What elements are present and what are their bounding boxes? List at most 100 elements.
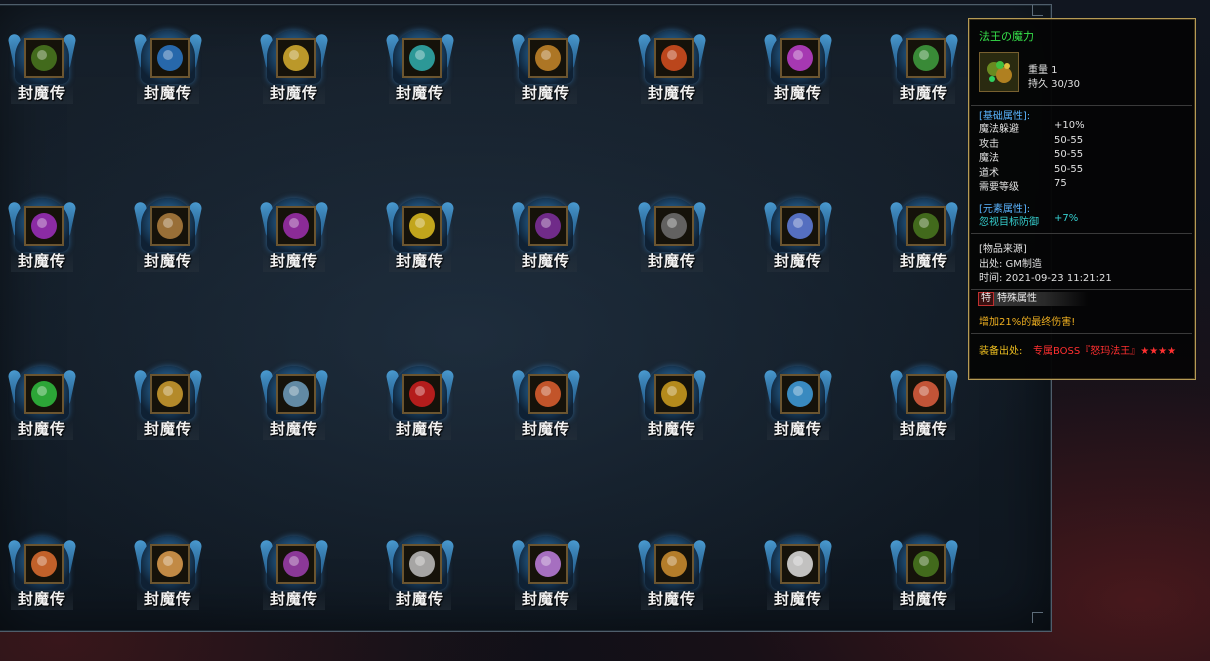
slot-label: 封魔传 xyxy=(137,418,199,440)
inventory-slot[interactable]: 封魔传 xyxy=(511,30,581,108)
inventory-slot[interactable]: 封魔传 xyxy=(511,366,581,444)
source-origin: 出处: GM制造 xyxy=(979,259,1042,270)
slot-label: 封魔传 xyxy=(389,250,451,272)
cleaver-knife-icon[interactable] xyxy=(402,544,442,584)
mechanical-crossbow-icon[interactable] xyxy=(276,374,316,414)
inventory-slot[interactable]: 封魔传 xyxy=(259,198,329,276)
blue-flame-orb-icon[interactable] xyxy=(150,38,190,78)
inventory-slot[interactable]: 封魔传 xyxy=(385,366,455,444)
special-attribute-header: 特 特殊属性 xyxy=(978,292,1088,306)
divider xyxy=(971,289,1192,290)
base-stat-row: 魔法 50-55 xyxy=(979,149,1179,164)
slot-label: 封魔传 xyxy=(893,418,955,440)
red-fire-orb-icon[interactable] xyxy=(528,374,568,414)
stat-value: +10% xyxy=(1054,120,1085,131)
golden-medallion-icon[interactable] xyxy=(654,374,694,414)
green-gem-cluster-icon[interactable] xyxy=(906,544,946,584)
drop-source-value: 专属BOSS『怒玛法王』★★★★ xyxy=(1033,346,1177,357)
inventory-slot[interactable]: 封魔传 xyxy=(7,366,77,444)
slot-label: 封魔传 xyxy=(641,588,703,610)
red-fist-orb-icon[interactable] xyxy=(906,374,946,414)
inventory-slot[interactable]: 封魔传 xyxy=(7,198,77,276)
slot-label: 封魔传 xyxy=(515,588,577,610)
divider xyxy=(971,105,1192,106)
inventory-slot[interactable]: 封魔传 xyxy=(133,536,203,614)
base-stat-row: 需要等级 75 xyxy=(979,178,1179,193)
inventory-slot[interactable]: 封魔传 xyxy=(637,536,707,614)
inventory-slot[interactable]: 封魔传 xyxy=(763,30,833,108)
golden-feathered-sword-icon[interactable] xyxy=(654,544,694,584)
slot-label: 封魔传 xyxy=(515,418,577,440)
inventory-slot[interactable]: 封魔传 xyxy=(889,366,959,444)
slot-label: 封魔传 xyxy=(137,82,199,104)
inventory-slot[interactable]: 封魔传 xyxy=(259,536,329,614)
slot-label: 封魔传 xyxy=(767,418,829,440)
item-durability: 持久 30/30 xyxy=(1028,79,1080,90)
teal-orb-icon[interactable] xyxy=(402,38,442,78)
inventory-slot[interactable]: 封魔传 xyxy=(637,30,707,108)
special-attribute-title: 特殊属性 xyxy=(997,293,1037,304)
inventory-slot[interactable]: 封魔传 xyxy=(133,30,203,108)
staff-icon[interactable] xyxy=(150,206,190,246)
green-crystal-icon[interactable] xyxy=(24,374,64,414)
inventory-slot[interactable]: 封魔传 xyxy=(385,30,455,108)
golden-scooter-icon[interactable] xyxy=(276,38,316,78)
inventory-slot[interactable]: 封魔传 xyxy=(385,198,455,276)
slot-label: 封魔传 xyxy=(641,418,703,440)
stat-name: 道术 xyxy=(979,167,999,179)
inventory-slot[interactable]: 封魔传 xyxy=(637,198,707,276)
inventory-slot[interactable]: 封魔传 xyxy=(259,30,329,108)
slot-label: 封魔传 xyxy=(11,588,73,610)
jeweled-crown-icon[interactable] xyxy=(150,544,190,584)
slot-label: 封魔传 xyxy=(641,82,703,104)
inventory-slot[interactable]: 封魔传 xyxy=(133,198,203,276)
source-time: 时间: 2021-09-23 11:21:21 xyxy=(979,273,1112,284)
inventory-slot[interactable]: 封魔传 xyxy=(259,366,329,444)
inventory-slot[interactable]: 封魔传 xyxy=(637,366,707,444)
inventory-slot[interactable]: 封魔传 xyxy=(889,198,959,276)
slot-label: 封魔传 xyxy=(137,250,199,272)
panel-corner-ornament xyxy=(1032,5,1043,16)
treasure-chest-icon[interactable] xyxy=(528,38,568,78)
red-sports-car-icon[interactable] xyxy=(402,374,442,414)
inventory-slot[interactable]: 封魔传 xyxy=(763,536,833,614)
crystal-gem-icon[interactable] xyxy=(780,206,820,246)
inventory-slot[interactable]: 封魔传 xyxy=(133,366,203,444)
slot-label: 封魔传 xyxy=(641,250,703,272)
game-screen: 封魔传 封魔传 封魔传 封魔传 封魔传 封魔传 封魔传 封魔传 封魔传 封魔传 封魔传 封魔传 封魔传封… xyxy=(0,0,1210,661)
inventory-slot[interactable]: 封魔传 xyxy=(7,536,77,614)
inventory-slot[interactable]: 封魔传 xyxy=(511,198,581,276)
slot-label: 封魔传 xyxy=(389,418,451,440)
inventory-slot[interactable]: 封魔传 xyxy=(763,198,833,276)
purple-amulet-icon[interactable] xyxy=(528,206,568,246)
green-gem-cluster-icon[interactable] xyxy=(24,38,64,78)
slot-label: 封魔传 xyxy=(515,250,577,272)
inventory-slot[interactable]: 封魔传 xyxy=(889,30,959,108)
yellow-rose-icon[interactable] xyxy=(402,206,442,246)
green-gem-cluster-icon[interactable] xyxy=(906,206,946,246)
purple-ring-icon[interactable] xyxy=(24,206,64,246)
inventory-slot[interactable]: 封魔传 xyxy=(511,536,581,614)
inventory-slot[interactable]: 封魔传 xyxy=(385,536,455,614)
green-potion-bottle-icon[interactable] xyxy=(906,38,946,78)
fire-sword-icon[interactable] xyxy=(24,544,64,584)
stat-name: 魔法躲避 xyxy=(979,124,1019,135)
rocket-icon[interactable] xyxy=(780,544,820,584)
inventory-slot[interactable]: 封魔传 xyxy=(7,30,77,108)
blue-necklace-icon[interactable] xyxy=(780,374,820,414)
golden-helmet-icon[interactable] xyxy=(150,374,190,414)
purple-gem-ring-icon[interactable] xyxy=(528,544,568,584)
flame-armor-icon[interactable] xyxy=(654,38,694,78)
inventory-slot[interactable]: 封魔传 xyxy=(763,366,833,444)
divider xyxy=(971,333,1192,334)
dark-blade-icon[interactable] xyxy=(654,206,694,246)
slot-label: 封魔传 xyxy=(515,82,577,104)
slot-label: 封魔传 xyxy=(11,82,73,104)
slot-label: 封魔传 xyxy=(11,250,73,272)
purple-golden-armor-icon[interactable] xyxy=(276,544,316,584)
special-badge: 特 xyxy=(978,292,994,306)
purple-winged-figure-icon[interactable] xyxy=(780,38,820,78)
purple-gauntlet-icon[interactable] xyxy=(276,206,316,246)
inventory-slot[interactable]: 封魔传 xyxy=(889,536,959,614)
slot-label: 封魔传 xyxy=(263,418,325,440)
